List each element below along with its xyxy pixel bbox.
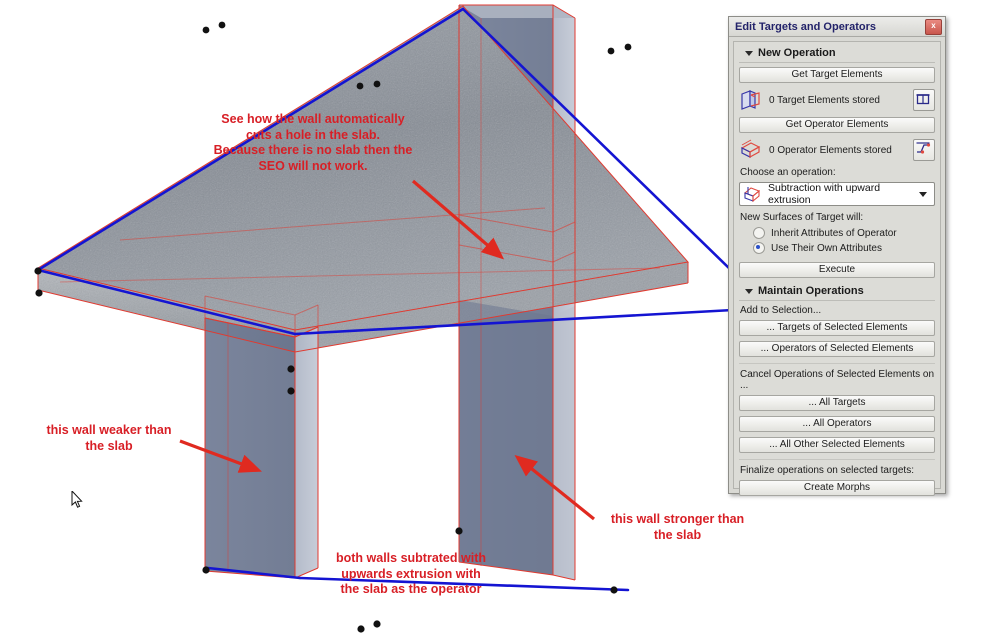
targets-of-selected-button[interactable]: ... Targets of Selected Elements bbox=[739, 320, 935, 336]
target-elements-list-button[interactable] bbox=[913, 89, 935, 111]
target-elements-row: 0 Target Elements stored bbox=[739, 88, 935, 112]
wall-front-left[interactable] bbox=[205, 318, 318, 578]
section-header-new-operation[interactable]: New Operation bbox=[739, 45, 935, 63]
target-elements-count-label: 0 Target Elements stored bbox=[769, 94, 880, 106]
section-header-maintain-operations[interactable]: Maintain Operations bbox=[739, 283, 935, 301]
operation-select[interactable]: Subtraction with upward extrusion bbox=[739, 182, 935, 206]
radio-inherit-attributes[interactable]: Inherit Attributes of Operator bbox=[753, 227, 935, 239]
choose-operation-caption: Choose an operation: bbox=[740, 167, 836, 178]
operator-elements-count-label: 0 Operator Elements stored bbox=[769, 144, 892, 156]
target-elements-icon bbox=[739, 89, 763, 111]
annotation-slab-hole: See how the wall automatically cuts a ho… bbox=[213, 112, 413, 173]
operation-icon bbox=[742, 185, 764, 203]
all-targets-button[interactable]: ... All Targets bbox=[739, 395, 935, 411]
add-to-selection-caption: Add to Selection... bbox=[740, 305, 822, 316]
operator-elements-icon bbox=[739, 139, 763, 161]
radio-button-icon[interactable] bbox=[753, 227, 765, 239]
annotation-wall-weaker: this wall weaker than the slab bbox=[46, 423, 172, 453]
screenshot-root: See how the wall automatically cuts a ho… bbox=[0, 0, 999, 633]
chevron-down-icon bbox=[919, 191, 927, 197]
radio-own-attributes[interactable]: Use Their Own Attributes bbox=[753, 242, 935, 254]
divider bbox=[739, 363, 935, 364]
chevron-down-icon bbox=[745, 288, 753, 294]
dialog-title: Edit Targets and Operators bbox=[735, 20, 876, 33]
operator-elements-list-button[interactable] bbox=[913, 139, 935, 161]
edit-targets-operators-dialog[interactable]: Edit Targets and Operators x New Operati… bbox=[728, 16, 946, 496]
section-title-new-operation: New Operation bbox=[758, 47, 836, 59]
chevron-down-icon bbox=[745, 50, 753, 56]
new-surfaces-caption: New Surfaces of Target will: bbox=[740, 212, 864, 223]
get-operator-elements-button[interactable]: Get Operator Elements bbox=[739, 117, 935, 133]
operators-of-selected-button[interactable]: ... Operators of Selected Elements bbox=[739, 341, 935, 357]
create-morphs-button[interactable]: Create Morphs bbox=[739, 480, 935, 496]
section-title-maintain-operations: Maintain Operations bbox=[758, 285, 864, 297]
radio-inherit-label: Inherit Attributes of Operator bbox=[771, 227, 897, 239]
annotation-wall-stronger: this wall stronger than the slab bbox=[610, 512, 745, 542]
radio-button-selected-icon[interactable] bbox=[753, 242, 765, 254]
dialog-body: New Operation Get Target Elements 0 Targ… bbox=[733, 41, 941, 496]
operation-select-value: Subtraction with upward extrusion bbox=[768, 182, 881, 206]
get-target-elements-button[interactable]: Get Target Elements bbox=[739, 67, 935, 83]
wall-rear-lower[interactable] bbox=[459, 300, 575, 580]
cancel-operations-caption: Cancel Operations of Selected Elements o… bbox=[740, 369, 934, 391]
annotation-both-walls: both walls subtrated with upwards extrus… bbox=[335, 551, 486, 596]
divider bbox=[739, 459, 935, 460]
execute-button[interactable]: Execute bbox=[739, 262, 935, 278]
operator-elements-row: 0 Operator Elements stored bbox=[739, 138, 935, 162]
radio-own-label: Use Their Own Attributes bbox=[771, 242, 882, 254]
mouse-cursor bbox=[71, 491, 83, 508]
finalize-operations-caption: Finalize operations on selected targets: bbox=[740, 465, 914, 476]
all-operators-button[interactable]: ... All Operators bbox=[739, 416, 935, 432]
all-other-selected-button[interactable]: ... All Other Selected Elements bbox=[739, 437, 935, 453]
close-icon[interactable]: x bbox=[925, 18, 942, 35]
dialog-titlebar[interactable]: Edit Targets and Operators x bbox=[729, 17, 945, 37]
